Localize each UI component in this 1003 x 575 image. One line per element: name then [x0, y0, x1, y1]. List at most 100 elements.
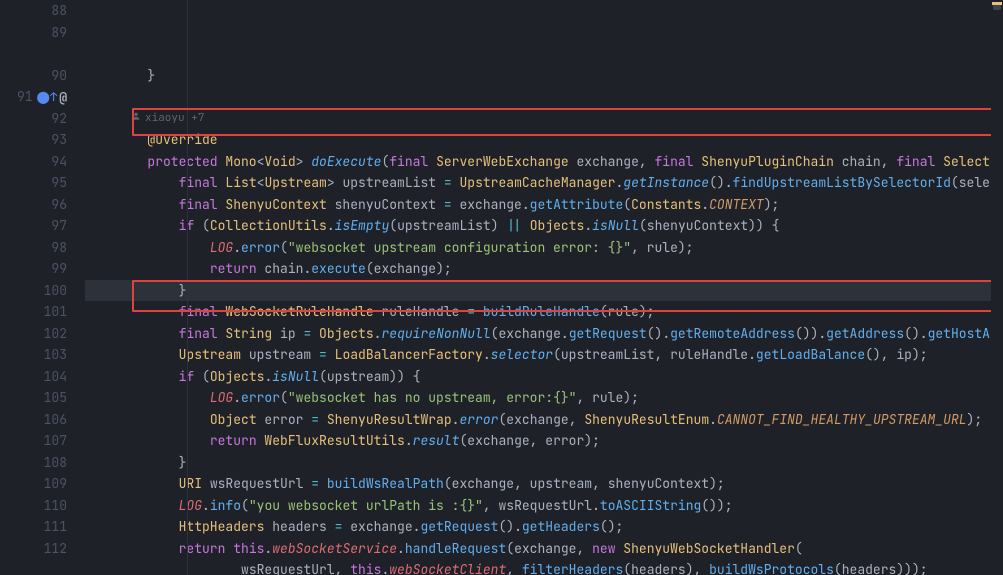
token-punct	[85, 411, 210, 428]
token-op: =	[444, 174, 460, 191]
line-number[interactable]: 94	[0, 151, 67, 173]
token-method: execute	[311, 260, 366, 277]
code-line[interactable]: if (CollectionUtils.isEmpty(upstreamList…	[85, 215, 1003, 237]
line-number[interactable]: 93	[0, 129, 67, 151]
token-punct: ),	[686, 561, 709, 575]
token-const: CANNOT_FIND_HEALTHY_UPSTREAM_URL	[717, 411, 967, 428]
line-number[interactable]: 110	[0, 495, 67, 517]
token-method: handleRequest	[405, 540, 506, 557]
line-number-gutter[interactable]: 88899091⬤↑@92939495969798991001011021031…	[0, 0, 85, 575]
token-punct: ,	[335, 561, 351, 575]
author-annotation[interactable]: xiaoyu +7	[85, 108, 1003, 130]
vertical-scrollbar[interactable]	[991, 0, 1003, 575]
token-type: Selecto	[943, 153, 998, 170]
token-var: chain	[834, 153, 881, 170]
line-number[interactable]: 104	[0, 366, 67, 388]
token-methodItalic: error	[459, 411, 498, 428]
code-line[interactable]: }	[85, 65, 1003, 87]
code-line[interactable]: return WebFluxResultUtils.result(exchang…	[85, 430, 1003, 452]
token-methodItalic: requireNonNull	[381, 325, 490, 342]
token-var: wsRequestUrl	[498, 497, 592, 514]
code-line[interactable]: URI wsRequestUrl = buildWsRealPath(excha…	[85, 473, 1003, 495]
line-number[interactable]: 99	[0, 258, 67, 280]
code-line[interactable]: Upstream upstream = LoadBalancerFactory.…	[85, 344, 1003, 366]
line-number[interactable]: 92	[0, 108, 67, 130]
token-field: LOG	[210, 239, 233, 256]
line-number[interactable]: 91⬤↑@	[0, 86, 67, 108]
code-line[interactable]: final List<Upstream> upstreamList = Upst…	[85, 172, 1003, 194]
token-var: rule	[647, 239, 678, 256]
code-line[interactable]: LOG.error("websocket upstream configurat…	[85, 237, 1003, 259]
line-number[interactable]: 89	[0, 22, 67, 44]
code-line[interactable]	[85, 86, 1003, 108]
line-number[interactable]: 96	[0, 194, 67, 216]
line-number[interactable]	[0, 43, 67, 65]
token-kw: final	[654, 153, 701, 170]
line-number[interactable]: 107	[0, 430, 67, 452]
code-line[interactable]: wsRequestUrl, this.webSocketClient, filt…	[85, 559, 1003, 575]
code-line[interactable]: }	[85, 280, 1003, 302]
token-punct: );	[639, 303, 655, 320]
code-line[interactable]: LOG.info("you websocket urlPath is :{}",…	[85, 495, 1003, 517]
token-type: Mono	[225, 153, 256, 170]
code-line[interactable]: HttpHeaders headers = exchange.getReques…	[85, 516, 1003, 538]
code-line[interactable]: protected Mono<Void> doExecute(final Ser…	[85, 151, 1003, 173]
annotation-icon[interactable]: @	[59, 87, 67, 109]
code-line[interactable]: Object error = ShenyuResultWrap.error(ex…	[85, 409, 1003, 431]
token-punct: .	[701, 196, 709, 213]
token-punct	[85, 475, 179, 492]
line-number[interactable]: 101	[0, 301, 67, 323]
code-line[interactable]: @Override	[85, 129, 1003, 151]
code-editor[interactable]: 88899091⬤↑@92939495969798991001011021031…	[0, 0, 1003, 575]
token-punct: ,	[483, 497, 499, 514]
line-number[interactable]: 103	[0, 344, 67, 366]
token-punct: (	[951, 174, 959, 191]
line-number[interactable]: 108	[0, 452, 67, 474]
line-number[interactable]: 112	[0, 538, 67, 560]
code-line[interactable]: return chain.execute(exchange);	[85, 258, 1003, 280]
token-op: ||	[506, 217, 522, 234]
line-number[interactable]: 98	[0, 237, 67, 259]
token-method: getAddress	[826, 325, 904, 342]
line-number[interactable]: 109	[0, 473, 67, 495]
code-content-area[interactable]: } xiaoyu +7 @Override protected Mono<Void…	[85, 0, 1003, 575]
line-number[interactable]: 105	[0, 387, 67, 409]
token-var: exchange	[374, 260, 436, 277]
code-line[interactable]: }	[85, 452, 1003, 474]
token-punct	[85, 239, 210, 256]
line-number[interactable]: 95	[0, 172, 67, 194]
token-punct	[85, 174, 179, 191]
line-number[interactable]: 97	[0, 215, 67, 237]
line-number[interactable]: 90	[0, 65, 67, 87]
token-type: Objects	[319, 325, 374, 342]
code-line[interactable]: return this.webSocketService.handleReque…	[85, 538, 1003, 560]
token-field: LOG	[210, 389, 233, 406]
line-number[interactable]: 102	[0, 323, 67, 345]
code-line[interactable]: if (Objects.isNull(upstream)) {	[85, 366, 1003, 388]
override-icon[interactable]: ⬤↑	[37, 87, 58, 109]
token-punct: (	[795, 540, 803, 557]
token-punct: ,	[576, 389, 592, 406]
token-punct: (	[319, 368, 327, 385]
token-field: webSocketClient	[389, 561, 506, 575]
token-punct: }	[85, 454, 186, 471]
line-number[interactable]: 111	[0, 516, 67, 538]
code-line[interactable]: final ShenyuContext shenyuContext = exch…	[85, 194, 1003, 216]
token-kw: if	[179, 368, 202, 385]
token-type: ShenyuResultEnum	[584, 411, 709, 428]
token-punct: (	[366, 260, 374, 277]
token-op: =	[467, 303, 483, 320]
line-number[interactable]: 88	[0, 0, 67, 22]
token-type: String	[225, 325, 272, 342]
code-line[interactable]: LOG.error("websocket has no upstream, er…	[85, 387, 1003, 409]
token-var: shenyuContext	[608, 475, 709, 492]
token-punct: ,	[576, 540, 592, 557]
code-line[interactable]: final WebSocketRuleHandle ruleHandle = b…	[85, 301, 1003, 323]
token-punct: ,	[569, 411, 585, 428]
code-line[interactable]: final String ip = Objects.requireNonNull…	[85, 323, 1003, 345]
token-punct	[85, 325, 179, 342]
line-number[interactable]: 100	[0, 280, 67, 302]
line-number[interactable]: 106	[0, 409, 67, 431]
token-punct: ,	[881, 153, 897, 170]
token-type: Void	[264, 153, 295, 170]
